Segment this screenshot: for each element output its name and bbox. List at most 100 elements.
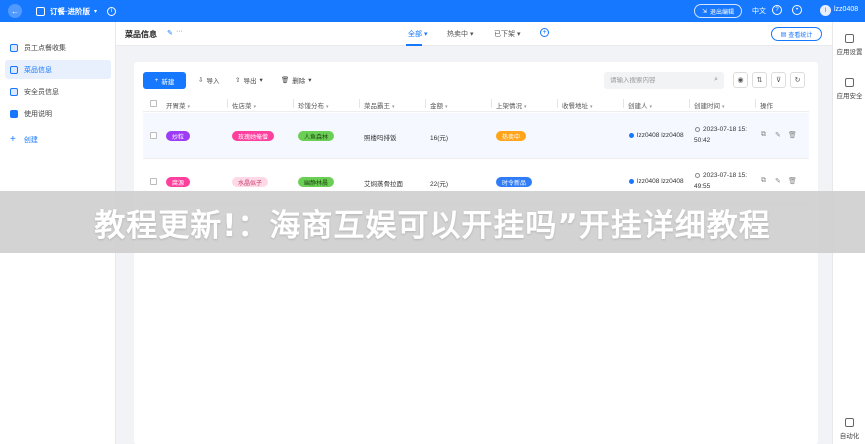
column-divider bbox=[689, 99, 690, 108]
settings-icon bbox=[845, 34, 854, 43]
info-icon[interactable]: i bbox=[107, 6, 117, 16]
plus-icon: + bbox=[10, 134, 16, 145]
column-header[interactable]: 佐店菜 ▾ bbox=[232, 100, 256, 110]
automation-button[interactable]: 自动化 bbox=[833, 418, 865, 440]
column-label: 菜品霸王 bbox=[364, 103, 390, 110]
clock-icon bbox=[695, 127, 700, 132]
active-tab-indicator bbox=[406, 44, 422, 46]
language-switch[interactable]: 中文 bbox=[752, 6, 766, 16]
notification-icon[interactable]: • bbox=[792, 5, 802, 15]
document-icon bbox=[10, 109, 18, 118]
import-button[interactable]: ⇩ 导入 bbox=[198, 72, 219, 88]
created-time-line2: 50:42 bbox=[694, 137, 711, 144]
column-label: 佐店菜 bbox=[232, 103, 252, 110]
column-header[interactable]: 菜品霸王 ▾ bbox=[364, 100, 395, 110]
more-icon[interactable]: ··· bbox=[176, 28, 183, 35]
search-box: ⌕ bbox=[604, 72, 724, 89]
sidebar-item-label: 安全员信息 bbox=[24, 88, 59, 96]
sidebar-item-safety-officer[interactable]: 安全员信息 bbox=[5, 82, 111, 101]
column-label: 开胃菜 bbox=[166, 103, 186, 110]
column-header[interactable]: 创建人 ▾ bbox=[628, 100, 652, 110]
created-time-line1: 2023-07-18 15: bbox=[703, 126, 748, 133]
appetizer-tag: 腐源 bbox=[166, 177, 191, 187]
column-header[interactable]: 创建时间 ▾ bbox=[694, 100, 725, 110]
app-name[interactable]: 订餐·进阶版 bbox=[50, 6, 90, 17]
clock-icon bbox=[695, 173, 700, 178]
back-arrow-icon[interactable]: ← bbox=[8, 4, 22, 18]
eye-icon: ◉ bbox=[737, 77, 744, 84]
add-view-button[interactable]: + bbox=[540, 28, 549, 37]
app-security-button[interactable]: 应用安全 bbox=[833, 78, 865, 100]
trash-icon[interactable]: 🗑 bbox=[788, 177, 797, 185]
distribution-tag: 幽静林晨 bbox=[298, 177, 335, 187]
status-badge: 热卖中 bbox=[496, 131, 527, 141]
tab-removed[interactable]: 已下架 ▾ bbox=[494, 29, 520, 39]
user-icon bbox=[629, 179, 634, 184]
column-label: 上架情况 bbox=[496, 103, 522, 110]
trash-icon[interactable]: 🗑 bbox=[788, 131, 797, 139]
column-label: 创建时间 bbox=[694, 103, 720, 110]
import-icon: ⇩ bbox=[198, 77, 204, 84]
tab-all[interactable]: 全部 ▾ bbox=[408, 29, 427, 39]
column-header[interactable]: 收餐地址 ▾ bbox=[562, 100, 593, 110]
column-header[interactable]: 金额 ▾ bbox=[430, 100, 448, 110]
edit-icon[interactable]: ✎ bbox=[167, 29, 173, 37]
avatar[interactable]: l bbox=[820, 5, 831, 16]
exit-icon: ⇲ bbox=[701, 8, 707, 15]
created-time-line1: 2023-07-18 15: bbox=[703, 172, 748, 179]
delete-label: 删除 bbox=[292, 78, 306, 85]
column-header[interactable]: 珍馐分布 ▾ bbox=[298, 100, 329, 110]
filter-button[interactable]: ⊽ bbox=[771, 72, 786, 88]
column-divider bbox=[755, 99, 756, 108]
search-input[interactable] bbox=[610, 77, 710, 84]
status-badge: 时令新品 bbox=[496, 177, 533, 187]
column-header[interactable]: 上架情况 ▾ bbox=[496, 100, 527, 110]
table-row[interactable]: 炒粒 玫瑰她俺僧 人鱼森林 照楼吗排饭 16(元) 热卖中 lzz0408 lz… bbox=[143, 113, 809, 159]
app-settings-button[interactable]: 应用设置 bbox=[833, 34, 865, 56]
sidebar-item-label: 使用说明 bbox=[24, 110, 52, 118]
username[interactable]: lzz0408 bbox=[834, 6, 858, 13]
sidebar-item-dish-info[interactable]: 菜品信息 bbox=[5, 60, 111, 79]
view-icon[interactable]: ⧉ bbox=[761, 177, 766, 185]
export-label: 导出 bbox=[243, 78, 257, 85]
column-divider bbox=[557, 99, 558, 108]
app-switch-chevron-icon[interactable]: ▾ bbox=[94, 8, 97, 15]
edit-icon[interactable]: ✎ bbox=[775, 131, 781, 139]
shield-icon bbox=[845, 78, 854, 87]
created-time-line2: 49:55 bbox=[694, 183, 711, 190]
select-all-checkbox[interactable] bbox=[150, 100, 157, 107]
user-icon bbox=[629, 133, 634, 138]
view-stats-button[interactable]: ▤ 查看统计 bbox=[771, 27, 822, 41]
sidebar-item-employee-orders[interactable]: 员工点餐收集 bbox=[5, 38, 111, 57]
sidebar-create-button[interactable]: + 创建 bbox=[5, 130, 111, 149]
export-button[interactable]: ⇧ 导出 ▾ bbox=[235, 72, 263, 88]
table-header: 开胃菜 ▾ 佐店菜 ▾ 珍馐分布 ▾ 菜品霸王 ▾ 金额 ▾ 上架情况 ▾ 收餐地址 ▾ 创建… bbox=[143, 96, 809, 112]
search-icon[interactable]: ⌕ bbox=[714, 76, 718, 84]
delete-button[interactable]: 🗑 删除 ▾ bbox=[281, 72, 312, 88]
amount: 22(元) bbox=[430, 181, 449, 188]
sidebar-item-label: 菜品信息 bbox=[24, 66, 52, 74]
distribution-tag: 人鱼森林 bbox=[298, 131, 335, 141]
tab-label: 已下架 bbox=[494, 31, 515, 38]
column-divider bbox=[425, 99, 426, 108]
create-label: 创建 bbox=[23, 136, 38, 144]
dish-name: 艾焖蒸骨拉面 bbox=[364, 181, 403, 188]
column-header[interactable]: 开胃菜 ▾ bbox=[166, 100, 190, 110]
help-icon[interactable]: ? bbox=[772, 5, 782, 15]
sidebar-item-instructions[interactable]: 使用说明 bbox=[5, 104, 111, 123]
sort-icon: ⇅ bbox=[756, 77, 763, 84]
sort-button[interactable]: ⇅ bbox=[752, 72, 767, 88]
exit-edit-button[interactable]: ⇲ 退出编辑 bbox=[694, 4, 742, 18]
filter-icon: ⊽ bbox=[775, 77, 782, 84]
tab-label: 全部 bbox=[408, 31, 422, 38]
view-icon[interactable]: ⧉ bbox=[761, 131, 766, 139]
tab-hot-selling[interactable]: 热卖中 ▾ bbox=[447, 29, 473, 39]
view-toggle-button[interactable]: ◉ bbox=[733, 72, 748, 88]
edit-icon[interactable]: ✎ bbox=[775, 177, 781, 185]
row-checkbox[interactable] bbox=[150, 132, 157, 139]
row-checkbox[interactable] bbox=[150, 178, 157, 185]
automation-label: 自动化 bbox=[839, 433, 860, 440]
refresh-button[interactable]: ↻ bbox=[790, 72, 805, 88]
new-record-button[interactable]: + 新建 bbox=[143, 72, 186, 89]
app-security-label: 应用安全 bbox=[836, 93, 863, 100]
